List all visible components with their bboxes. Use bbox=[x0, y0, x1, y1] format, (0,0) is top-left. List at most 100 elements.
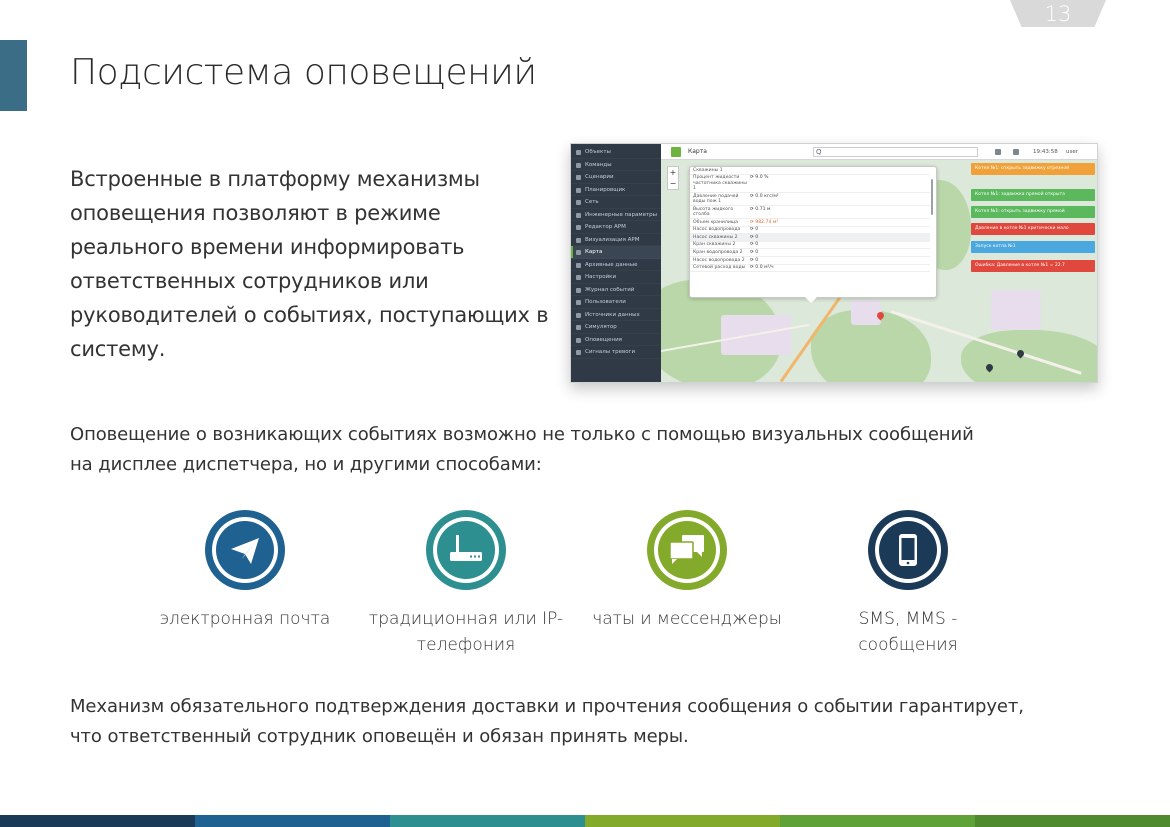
clock-readout: 19:43:58 bbox=[1033, 149, 1058, 155]
popup-row-label: Кран скважины 2 bbox=[693, 242, 736, 248]
channel-label: электронная почта bbox=[159, 609, 331, 629]
channel-label: чаты и мессенджеры bbox=[592, 609, 782, 629]
page-number: 13 bbox=[1010, 0, 1106, 27]
messengers-circle bbox=[647, 510, 727, 590]
smartphone-icon bbox=[899, 534, 917, 566]
stripe-segment bbox=[0, 815, 195, 827]
channel-messengers: чаты и мессенджеры bbox=[587, 510, 787, 632]
popup-row: Насос водопровода 2 ⟳ 0 bbox=[690, 257, 930, 265]
popup-row-value: ⟳ 0 bbox=[750, 234, 759, 240]
sidebar-item[interactable]: Журнал событий bbox=[571, 284, 661, 297]
sidebar-item[interactable]: Объекты bbox=[571, 146, 661, 159]
stripe-segment bbox=[195, 815, 390, 827]
sidebar-item[interactable]: Сценарии bbox=[571, 171, 661, 184]
object-popup: Скважины 1 Процент жидкости частотника ск… bbox=[689, 166, 937, 303]
popup-row-label: Объем хранилища bbox=[693, 219, 738, 225]
popup-row-label: Процент жидкости частотника скважины 1 bbox=[693, 175, 747, 191]
sidebar-item[interactable]: Архивные данные bbox=[571, 259, 661, 272]
channel-email: электронная почта bbox=[145, 510, 345, 632]
popup-row-value: ⟳ 0.0 м³/ч bbox=[750, 265, 774, 271]
popup-row-value: ⟳ 0 bbox=[750, 257, 759, 263]
sidebar-item[interactable]: Сеть bbox=[571, 196, 661, 209]
telephony-circle bbox=[426, 510, 506, 590]
popup-row-label: Кран водопровода 2 bbox=[693, 249, 743, 255]
email-circle bbox=[205, 510, 285, 590]
channel-label: традиционная или IP-телефония bbox=[368, 609, 564, 655]
sidebar-item[interactable]: Источники данных bbox=[571, 309, 661, 322]
stripe-segment bbox=[390, 815, 585, 827]
menu-icon bbox=[671, 147, 681, 157]
popup-row: Высота жидкого столба ⟳ 0.71 м bbox=[690, 206, 930, 219]
stripe-segment bbox=[780, 815, 975, 827]
sms-circle bbox=[868, 510, 948, 590]
map-block bbox=[991, 290, 1041, 330]
popup-row-value: ⟳ 982.74 м³ bbox=[750, 219, 779, 225]
stripe-segment bbox=[585, 815, 780, 827]
channel-telephony: традиционная или IP-телефония bbox=[366, 510, 566, 658]
user-name: user bbox=[1066, 149, 1078, 155]
popup-row-value: ⟳ 9.0 % bbox=[750, 175, 769, 181]
popup-row: Кран скважины 2 ⟳ 0 bbox=[690, 242, 930, 250]
screenshot-sidebar: Объекты Команды Сценарии Планировщик Сеть Инж… bbox=[571, 144, 661, 382]
popup-row: Давление подачей воды пож 1 ⟳ 0.0 кгс/м² bbox=[690, 193, 930, 206]
alert-item[interactable]: Давление в котле №1 критически мало bbox=[971, 223, 1095, 235]
popup-row: Скважины 1 bbox=[690, 167, 930, 175]
map-view[interactable]: + − Скважины 1 Процент жидкости частотник… bbox=[661, 160, 1097, 382]
screenshot-title: Карта bbox=[688, 148, 707, 155]
sidebar-item[interactable]: Инженерные параметры bbox=[571, 209, 661, 222]
print-icon bbox=[1013, 149, 1019, 155]
popup-row: Кран водопровода 2 ⟳ 0 bbox=[690, 249, 930, 257]
alert-item[interactable]: Запуск котла №1 bbox=[971, 241, 1095, 253]
chat-bubbles-icon bbox=[669, 535, 704, 564]
alert-item[interactable]: Котел №1: задвижка прямой открыта bbox=[971, 189, 1095, 201]
grid-icon bbox=[995, 149, 1001, 155]
zoom-out-button[interactable]: − bbox=[668, 178, 678, 189]
sidebar-item[interactable]: Настройки bbox=[571, 271, 661, 284]
sidebar-item[interactable]: Оповещения bbox=[571, 334, 661, 347]
sidebar-item[interactable]: Сигналы тревоги bbox=[571, 346, 661, 359]
router-icon bbox=[450, 535, 482, 561]
popup-row-label: Насос водопровода 2 bbox=[693, 257, 745, 263]
footer-text: Механизм обязательного подтверждения дос… bbox=[70, 696, 1024, 747]
popup-row-label: Насос водопровода bbox=[693, 227, 741, 233]
stripe-segment bbox=[975, 815, 1170, 827]
popup-row-label: Давление подачей воды пож 1 bbox=[693, 193, 739, 204]
page-title: Подсистема оповещений bbox=[70, 52, 537, 93]
lead-text: Оповещение о возникающих событиях возмож… bbox=[70, 424, 974, 475]
sidebar-item[interactable]: Редактор АРМ bbox=[571, 221, 661, 234]
screenshot-topbar: Карта Q 19:43:58 user bbox=[661, 144, 1097, 160]
popup-row-value: ⟳ 0 bbox=[750, 249, 759, 255]
search-input[interactable]: Q bbox=[813, 147, 978, 157]
channel-sms: SMS, MMS - сообщения bbox=[808, 510, 1008, 658]
popup-scrollbar[interactable] bbox=[931, 179, 933, 215]
sidebar-item[interactable]: Визуализация АРМ bbox=[571, 234, 661, 247]
popup-row-label: Сетевой расход воды bbox=[693, 265, 746, 271]
bottom-stripe bbox=[0, 815, 1170, 827]
channel-label: SMS, MMS - сообщения bbox=[858, 609, 958, 655]
zoom-in-button[interactable]: + bbox=[668, 167, 678, 178]
popup-row-label: Высота жидкого столба bbox=[693, 206, 734, 217]
accent-bar bbox=[0, 40, 27, 111]
alert-item[interactable]: Ошибка: Давление в котле №1 = 22.7 bbox=[971, 260, 1095, 272]
popup-row: Процент жидкости частотника скважины 1 ⟳ … bbox=[690, 175, 930, 193]
popup-row: Насос скважины 2 ⟳ 0 bbox=[690, 234, 930, 242]
sidebar-item[interactable]: Команды bbox=[571, 159, 661, 172]
sidebar-item[interactable]: Планировщик bbox=[571, 184, 661, 197]
system-screenshot: Объекты Команды Сценарии Планировщик Сеть Инж… bbox=[570, 143, 1098, 383]
alert-item[interactable]: Котел №1: открыть задвижку отрезной bbox=[971, 163, 1095, 175]
intro-text: Встроенные в платформу механизмы оповеще… bbox=[70, 167, 549, 361]
zoom-control[interactable]: + − bbox=[667, 166, 679, 190]
popup-row: Объем хранилища ⟳ 982.74 м³ bbox=[690, 219, 930, 227]
popup-row: Сетевой расход воды ⟳ 0.0 м³/ч bbox=[690, 265, 930, 273]
alert-item[interactable]: Котел №1: открыть задвижку прямой bbox=[971, 206, 1095, 218]
sidebar-item[interactable]: Пользователи bbox=[571, 296, 661, 309]
popup-row-value: ⟳ 0.71 м bbox=[750, 206, 771, 212]
paper-plane-icon bbox=[231, 538, 259, 564]
map-block bbox=[851, 300, 881, 325]
sidebar-item[interactable]: Карта bbox=[571, 246, 661, 259]
popup-row: Насос водопровода ⟳ 0 bbox=[690, 227, 930, 235]
popup-row-value: ⟳ 0 bbox=[750, 242, 759, 248]
popup-row-label: Насос скважины 2 bbox=[693, 234, 738, 240]
popup-row-label: Скважины 1 bbox=[693, 167, 723, 173]
sidebar-item[interactable]: Симулятор bbox=[571, 321, 661, 334]
